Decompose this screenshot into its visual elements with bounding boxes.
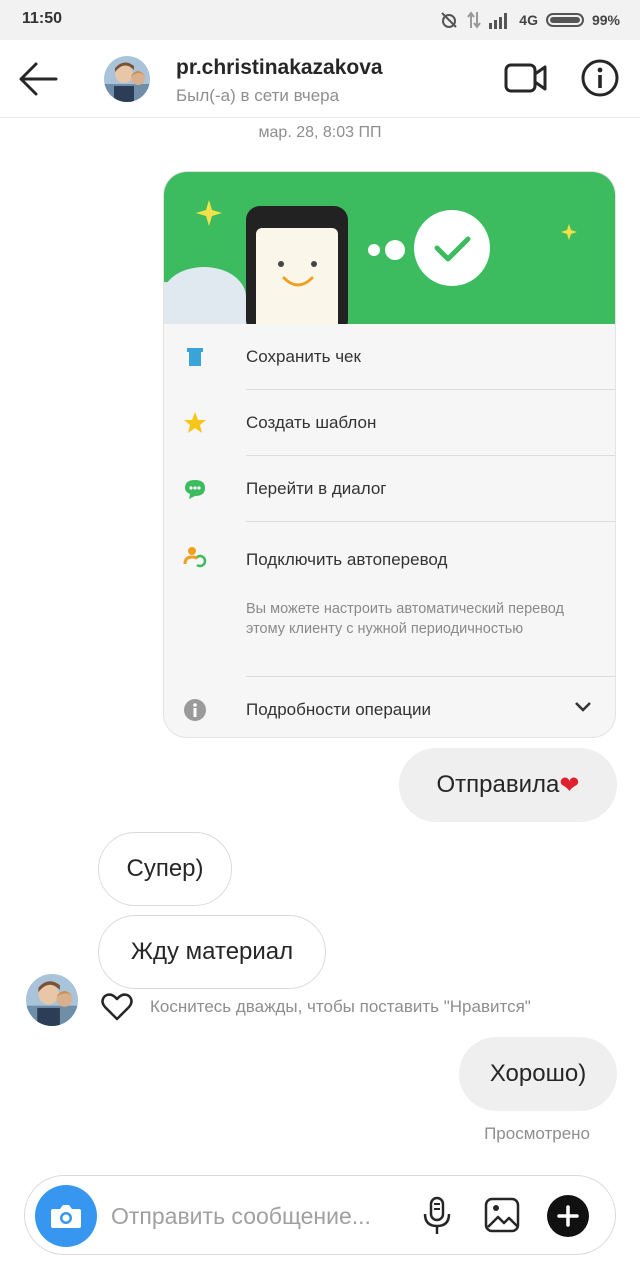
message-timestamp: мар. 28, 8:03 ПП	[258, 124, 382, 141]
row-label: Создать шаблон	[246, 413, 377, 432]
arrow-left-icon	[19, 62, 58, 96]
row-label: Сохранить чек	[246, 347, 361, 366]
chat-header: pr.christinakazakova Был(-а) в сети вчер…	[0, 40, 640, 118]
alarm-off-icon	[441, 12, 457, 28]
info-circle-icon	[184, 699, 206, 721]
status-icons: 4G 99%	[439, 8, 620, 32]
message-bubble-outgoing[interactable]: Хорошо)	[459, 1037, 617, 1111]
heart-outline-icon	[101, 993, 133, 1021]
video-call-button[interactable]	[504, 60, 548, 96]
battery-level: 99%	[591, 12, 620, 28]
camera-button[interactable]	[35, 1185, 97, 1247]
network-type: 4G	[519, 12, 538, 28]
shared-image-message[interactable]: Сохранить чек Создать шаблон Перейти в д…	[163, 171, 616, 738]
heart-emoji: ❤	[559, 771, 580, 799]
autotransfer-icon	[183, 547, 207, 568]
image-icon	[484, 1197, 520, 1233]
message-composer	[24, 1175, 616, 1255]
like-button[interactable]	[100, 992, 134, 1022]
message-input[interactable]	[111, 1194, 411, 1238]
video-camera-icon	[504, 63, 547, 93]
signal-icon	[489, 13, 508, 29]
info-icon	[581, 59, 619, 97]
avatar-photo	[104, 56, 150, 102]
row-label: Подключить автоперевод	[246, 550, 448, 569]
plus-icon	[557, 1205, 579, 1227]
receipt-icon	[187, 348, 203, 366]
create-template-row: Создать шаблон	[164, 390, 615, 456]
message-text: Супер)	[126, 855, 204, 882]
phone-smile-illustration	[164, 200, 577, 324]
row-label: Подробности операции	[246, 700, 431, 719]
battery-icon	[545, 13, 584, 27]
back-button[interactable]	[14, 58, 62, 100]
chevron-down-icon	[575, 702, 591, 712]
double-tap-like-hint: Коснитесь дважды, чтобы поставить "Нрави…	[150, 997, 531, 1016]
row-label: Перейти в диалог	[246, 479, 387, 498]
voice-message-button[interactable]	[421, 1196, 453, 1236]
operation-details-row: Подробности операции	[164, 677, 615, 737]
microphone-icon	[423, 1196, 451, 1234]
info-button[interactable]	[580, 58, 620, 98]
seen-status: Просмотрено	[484, 1124, 590, 1143]
autotransfer-description: Вы можете настроить автоматический перев…	[246, 601, 564, 637]
sender-avatar[interactable]	[26, 974, 78, 1026]
message-text: Хорошо)	[489, 1060, 587, 1087]
status-bar: 11:50 4G 99%	[0, 0, 640, 40]
data-arrows-icon	[467, 11, 482, 29]
save-receipt-row: Сохранить чек	[164, 324, 615, 390]
more-options-button[interactable]	[547, 1195, 589, 1237]
username[interactable]: pr.christinakazakova	[176, 56, 383, 80]
status-time: 11:50	[22, 10, 63, 27]
message-text: Жду материал	[130, 938, 294, 965]
go-to-dialog-row: Перейти в диалог	[164, 456, 615, 522]
message-bubble-incoming[interactable]: Жду материал	[98, 915, 326, 989]
avatar[interactable]	[104, 56, 150, 102]
gallery-button[interactable]	[483, 1196, 521, 1234]
chat-icon	[185, 480, 205, 499]
message-bubble-incoming[interactable]: Супер)	[98, 832, 232, 906]
message-text: Отправила	[436, 771, 560, 798]
presence-status: Был(-а) в сети вчера	[176, 86, 340, 105]
avatar-photo	[26, 974, 78, 1026]
camera-icon	[51, 1205, 81, 1228]
message-bubble-outgoing[interactable]: Отправила ❤	[399, 748, 617, 822]
star-icon	[184, 412, 206, 433]
banner-illustration	[164, 172, 615, 324]
